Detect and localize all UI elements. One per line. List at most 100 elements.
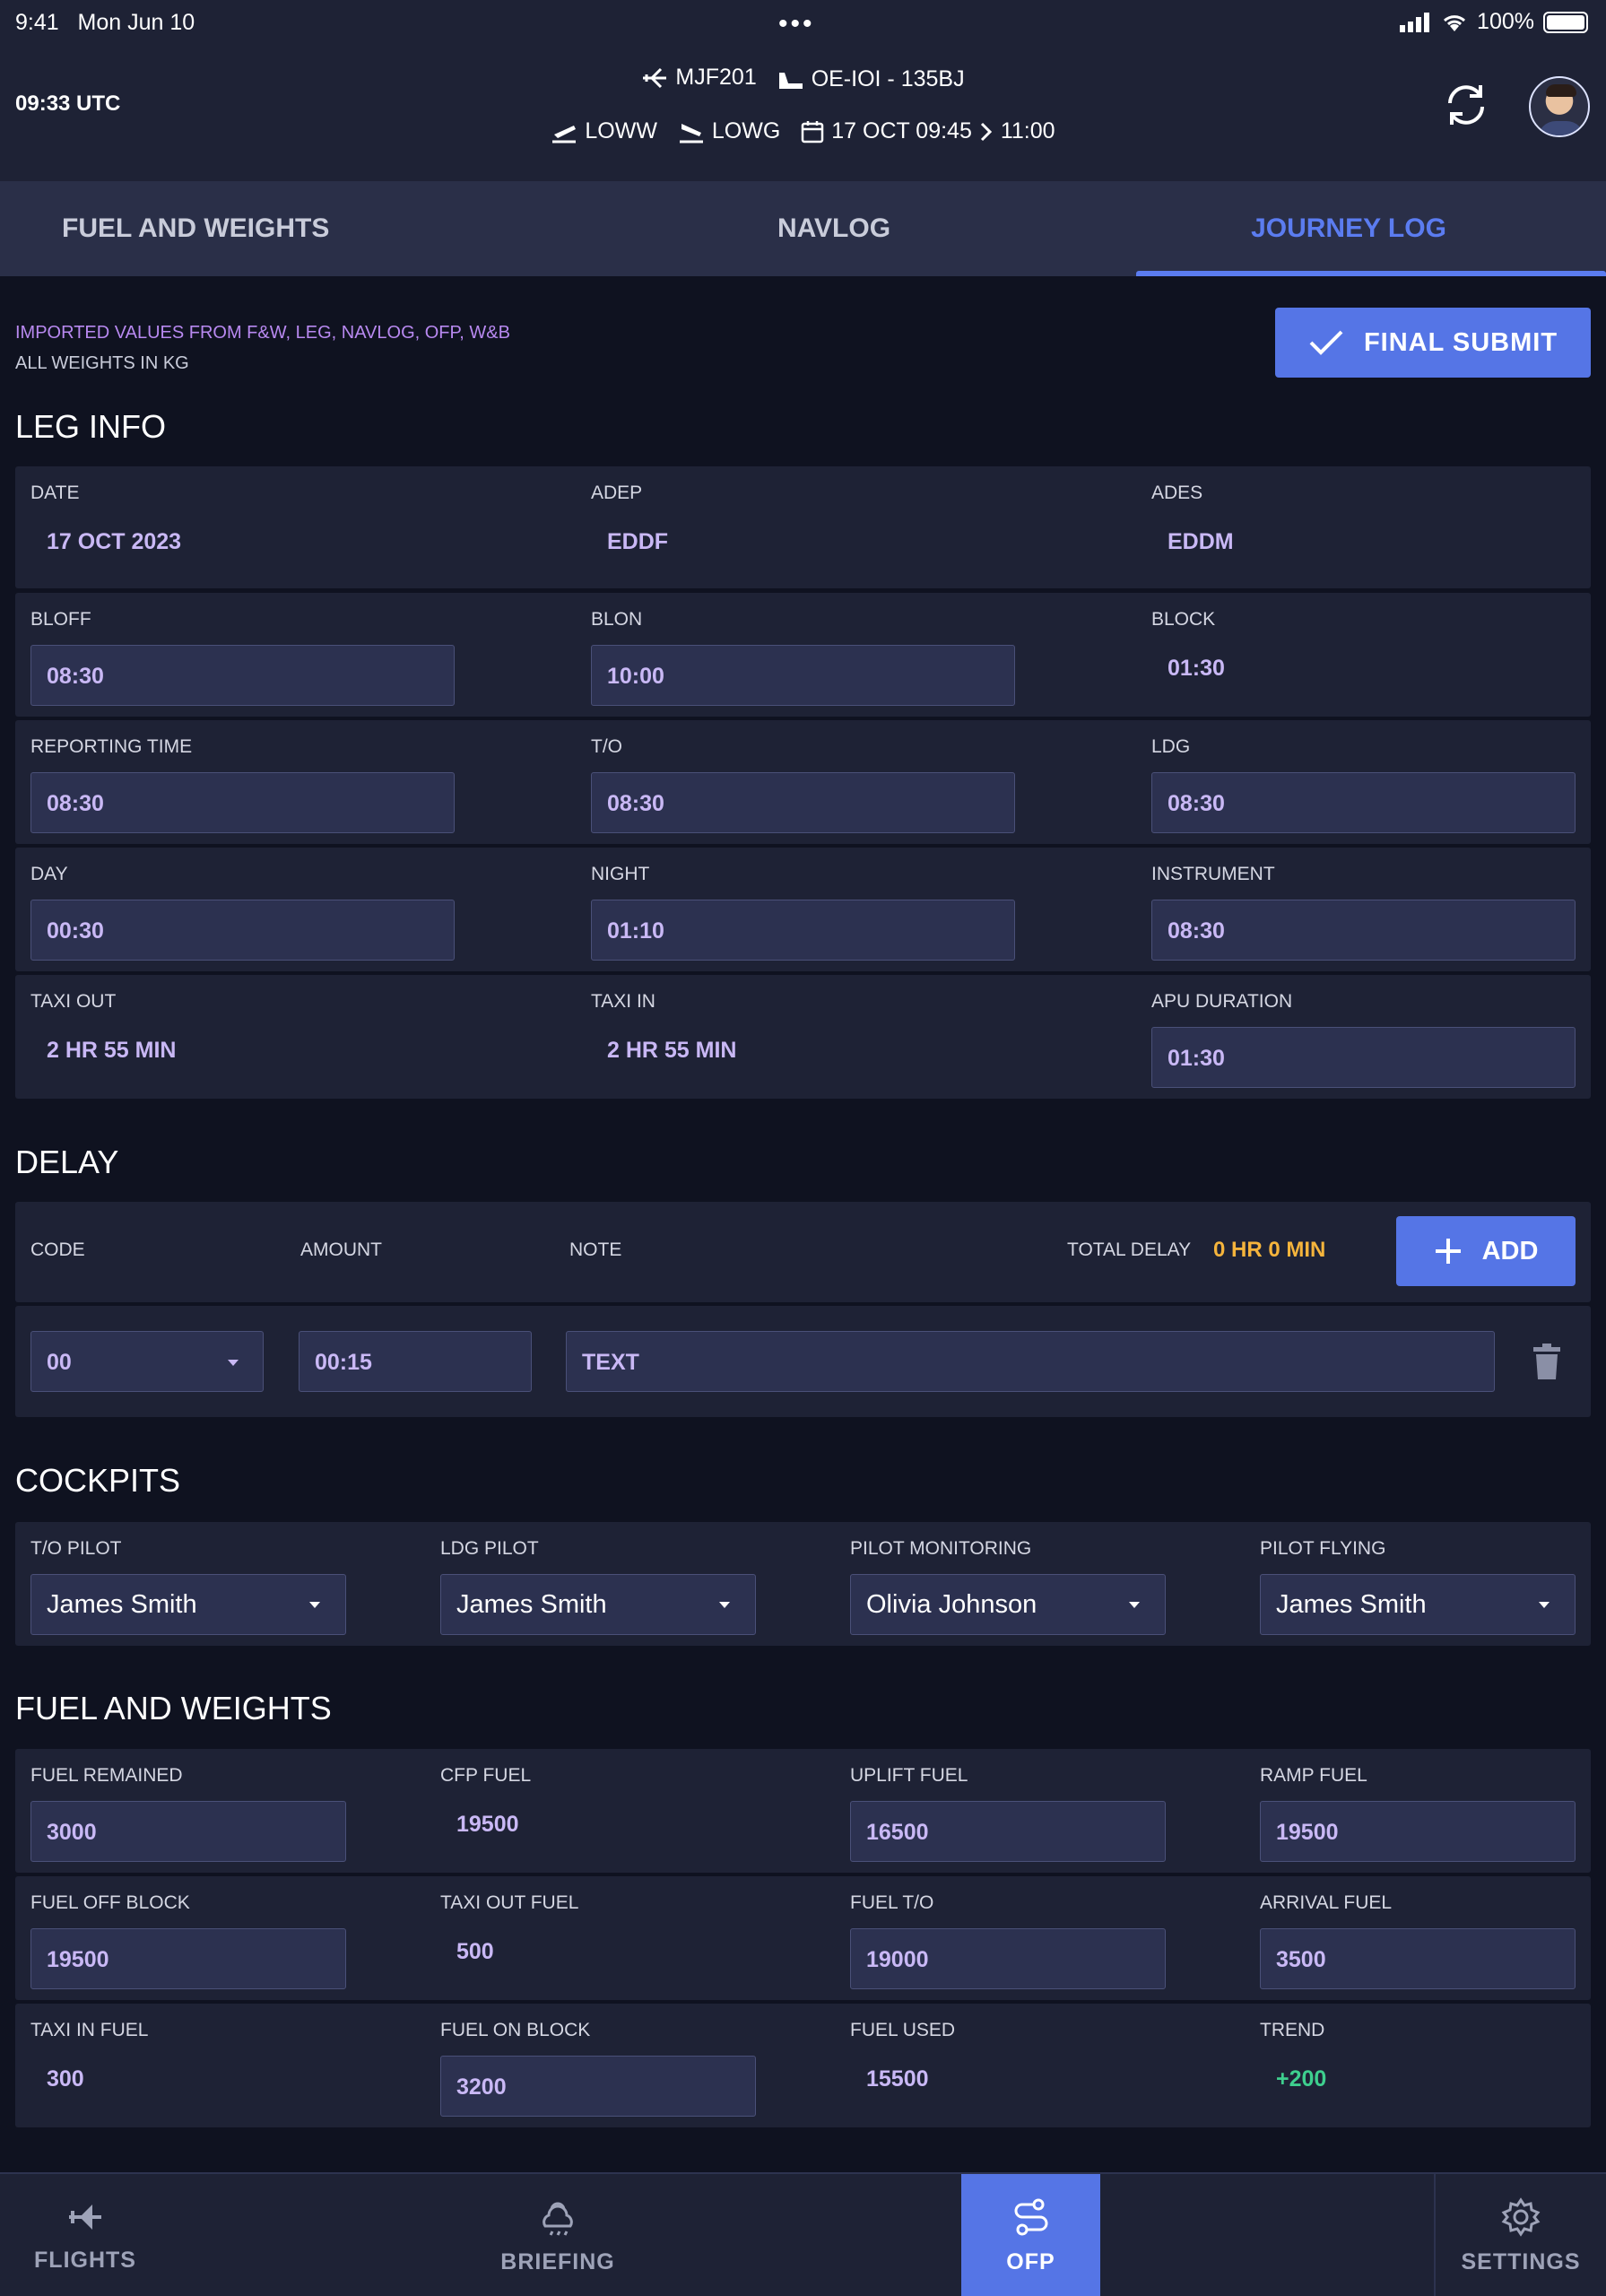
landing-icon <box>679 123 703 143</box>
tab-navlog[interactable]: NAVLOG <box>577 181 1091 276</box>
taxi-in-fuel-label: TAXI IN FUEL <box>30 2020 149 2040</box>
nav-briefing-label: BRIEFING <box>500 2248 615 2274</box>
flight-date: 17 OCT 09:45 <box>831 118 972 144</box>
ramp-fuel-input[interactable]: 19500 <box>1260 1801 1576 1862</box>
final-submit-label: FINAL SUBMIT <box>1363 327 1558 357</box>
add-delay-label: ADD <box>1481 1236 1539 1265</box>
arrival-fuel-input[interactable]: 3500 <box>1260 1928 1576 1989</box>
night-input[interactable]: 01:10 <box>591 900 1015 961</box>
airplane-icon <box>643 67 667 88</box>
cockpits-row: T/O PILOT James Smith LDG PILOT James Sm… <box>15 1522 1591 1646</box>
pilot-monitoring-select[interactable]: Olivia Johnson <box>850 1574 1166 1635</box>
fuel-remained-input[interactable]: 3000 <box>30 1801 346 1862</box>
battery-percent: 100% <box>1477 9 1534 34</box>
adep-value: EDDF <box>607 529 669 554</box>
cfp-fuel-label: CFP FUEL <box>440 1765 532 1786</box>
bloff-input[interactable]: 08:30 <box>30 645 455 706</box>
delay-title: DELAY <box>15 1144 119 1180</box>
blon-input[interactable]: 10:00 <box>591 645 1015 706</box>
nav-flights[interactable]: FLIGHTS <box>0 2174 170 2296</box>
aircraft-registration: OE-IOI - 135BJ <box>811 66 965 91</box>
date-label: DATE <box>30 483 80 503</box>
airplane-icon <box>69 2204 101 2230</box>
apu-duration-input[interactable]: 01:30 <box>1151 1027 1576 1088</box>
ades-label: ADES <box>1151 483 1203 503</box>
route-info: LOWW LOWG 17 OCT 09:45 11:00 <box>0 118 1606 150</box>
fuel-on-block-label: FUEL ON BLOCK <box>440 2020 591 2040</box>
to-pilot-select[interactable]: James Smith <box>30 1574 346 1635</box>
leg-info-row-4: DAY 00:30 NIGHT 01:10 INSTRUMENT 08:30 <box>15 848 1591 971</box>
calendar-icon <box>802 120 824 143</box>
fuel-row-3: TAXI IN FUEL 300 FUEL ON BLOCK 3200 FUEL… <box>15 2004 1591 2127</box>
leg-info-row-3: REPORTING TIME 08:30 T/O 08:30 LDG 08:30 <box>15 720 1591 844</box>
avatar[interactable] <box>1529 76 1590 137</box>
fuel-used-label: FUEL USED <box>850 2020 956 2040</box>
day-label: DAY <box>30 864 68 884</box>
wifi-icon <box>1444 14 1466 31</box>
pilot-flying-select[interactable]: James Smith <box>1260 1574 1576 1635</box>
fuel-takeoff-input[interactable]: 19000 <box>850 1928 1166 1989</box>
delay-code-select[interactable]: 00 <box>30 1331 264 1392</box>
cloud-sun-icon <box>543 2202 573 2236</box>
taxi-out-fuel-label: TAXI OUT FUEL <box>440 1892 579 1913</box>
to-pilot-label: T/O PILOT <box>30 1538 122 1559</box>
aircraft-tail-icon <box>778 72 803 89</box>
tab-journey-log[interactable]: JOURNEY LOG <box>1091 181 1606 276</box>
fuel-off-block-label: FUEL OFF BLOCK <box>30 1892 190 1913</box>
flight-number: MJF201 <box>675 65 757 90</box>
taxi-out-fuel-value: 500 <box>456 1939 494 1964</box>
delay-note-input[interactable]: TEXT <box>566 1331 1495 1392</box>
ldg-pilot-label: LDG PILOT <box>440 1538 539 1559</box>
uplift-fuel-input[interactable]: 16500 <box>850 1801 1166 1862</box>
total-delay-label: TOTAL DELAY <box>1067 1239 1192 1260</box>
final-submit-button[interactable]: FINAL SUBMIT <box>1275 308 1591 378</box>
delay-note-header: NOTE <box>569 1239 622 1260</box>
leg-info-row-5: TAXI OUT 2 HR 55 MIN TAXI IN 2 HR 55 MIN… <box>15 975 1591 1099</box>
nav-ofp-label: OFP <box>1006 2248 1055 2274</box>
landing-label: LDG <box>1151 736 1191 757</box>
leg-info-row-2: BLOFF 08:30 BLON 10:00 BLOCK 01:30 <box>15 593 1591 717</box>
ramp-fuel-label: RAMP FUEL <box>1260 1765 1367 1786</box>
landing-input[interactable]: 08:30 <box>1151 772 1576 833</box>
status-time: 9:41 Mon Jun 10 <box>15 10 195 35</box>
multitask-dots-icon[interactable]: ••• <box>778 9 815 39</box>
block-label: BLOCK <box>1151 609 1216 630</box>
pilot-flying-label: PILOT FLYING <box>1260 1538 1386 1559</box>
block-value: 01:30 <box>1168 656 1225 681</box>
apu-duration-label: APU DURATION <box>1151 991 1293 1012</box>
fuel-off-block-input[interactable]: 19500 <box>30 1928 346 1989</box>
delay-amount-input[interactable]: 00:15 <box>299 1331 532 1392</box>
fuel-on-block-input[interactable]: 3200 <box>440 2056 756 2117</box>
tab-bar: FUEL AND WEIGHTS NAVLOG JOURNEY LOG <box>0 181 1606 276</box>
nav-briefing[interactable]: BRIEFING <box>468 2174 647 2296</box>
takeoff-icon <box>552 125 577 143</box>
ldg-pilot-select[interactable]: James Smith <box>440 1574 756 1635</box>
status-bar: 9:41 Mon Jun 10 ••• 100% <box>0 0 1606 47</box>
reporting-time-label: REPORTING TIME <box>30 736 193 757</box>
nav-settings[interactable]: SETTINGS <box>1436 2174 1606 2296</box>
nav-settings-label: SETTINGS <box>1461 2248 1581 2274</box>
reporting-time-input[interactable]: 08:30 <box>30 772 455 833</box>
weights-unit-notice: ALL WEIGHTS IN KG <box>15 353 189 373</box>
day-input[interactable]: 00:30 <box>30 900 455 961</box>
checkmark-icon <box>1309 330 1343 355</box>
ades-value: EDDM <box>1168 529 1234 554</box>
arrival-airport: LOWG <box>711 118 781 144</box>
uplift-fuel-label: UPLIFT FUEL <box>850 1765 968 1786</box>
trash-icon[interactable] <box>1533 1344 1560 1379</box>
route-icon <box>1014 2198 1047 2235</box>
leg-info-row-1: DATE 17 OCT 2023 ADEP EDDF ADES EDDM <box>15 466 1591 588</box>
battery-icon <box>1543 11 1588 33</box>
add-delay-button[interactable]: ADD <box>1396 1216 1576 1286</box>
fuel-row-2: FUEL OFF BLOCK 19500 TAXI OUT FUEL 500 F… <box>15 1876 1591 2000</box>
cfp-fuel-value: 19500 <box>456 1812 519 1837</box>
signal-icon <box>1400 12 1430 32</box>
taxi-out-label: TAXI OUT <box>30 991 117 1012</box>
refresh-icon[interactable] <box>1439 78 1493 132</box>
nav-ofp[interactable]: OFP <box>961 2174 1100 2296</box>
pilot-monitoring-label: PILOT MONITORING <box>850 1538 1032 1559</box>
tab-fuel-and-weights[interactable]: FUEL AND WEIGHTS <box>0 181 577 276</box>
arrival-time: 11:00 <box>1000 118 1055 144</box>
instrument-input[interactable]: 08:30 <box>1151 900 1576 961</box>
takeoff-input[interactable]: 08:30 <box>591 772 1015 833</box>
